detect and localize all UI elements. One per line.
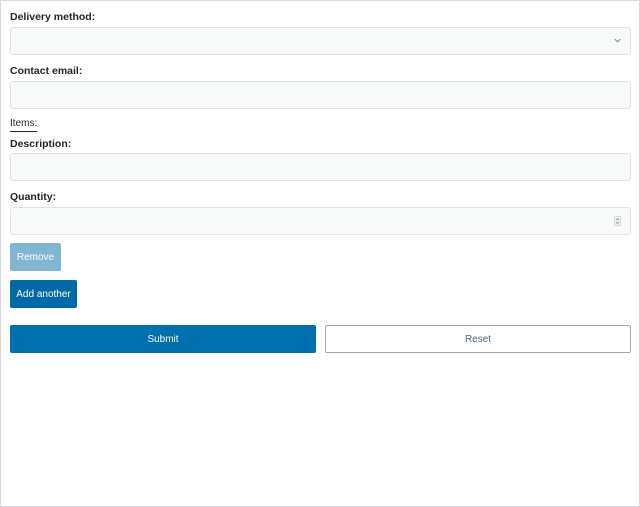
spinner-arrows-icon[interactable] — [614, 216, 621, 226]
description-field[interactable] — [11, 154, 630, 180]
contact-email-field[interactable] — [11, 82, 630, 108]
delivery-method-label: Delivery method: — [10, 11, 96, 23]
quantity-label: Quantity: — [10, 191, 57, 203]
quantity-stepper[interactable] — [11, 208, 630, 234]
items-legend: Items: — [10, 118, 38, 132]
chevron-down-icon — [614, 38, 621, 43]
description-field-wrapper — [10, 153, 631, 181]
delivery-method-select[interactable] — [10, 27, 631, 55]
contact-email-label: Contact email: — [10, 65, 83, 77]
delivery-method-value — [11, 28, 630, 54]
add-another-button[interactable]: Add another — [10, 280, 77, 308]
form-panel: Delivery method: Contact email: Items: D… — [0, 0, 640, 507]
reset-button[interactable]: Reset — [325, 325, 631, 353]
description-label: Description: — [10, 138, 72, 150]
quantity-field-wrapper — [10, 207, 631, 235]
submit-button[interactable]: Submit — [10, 325, 316, 353]
remove-item-button[interactable]: Remove — [10, 243, 61, 271]
contact-email-field-wrapper — [10, 81, 631, 109]
